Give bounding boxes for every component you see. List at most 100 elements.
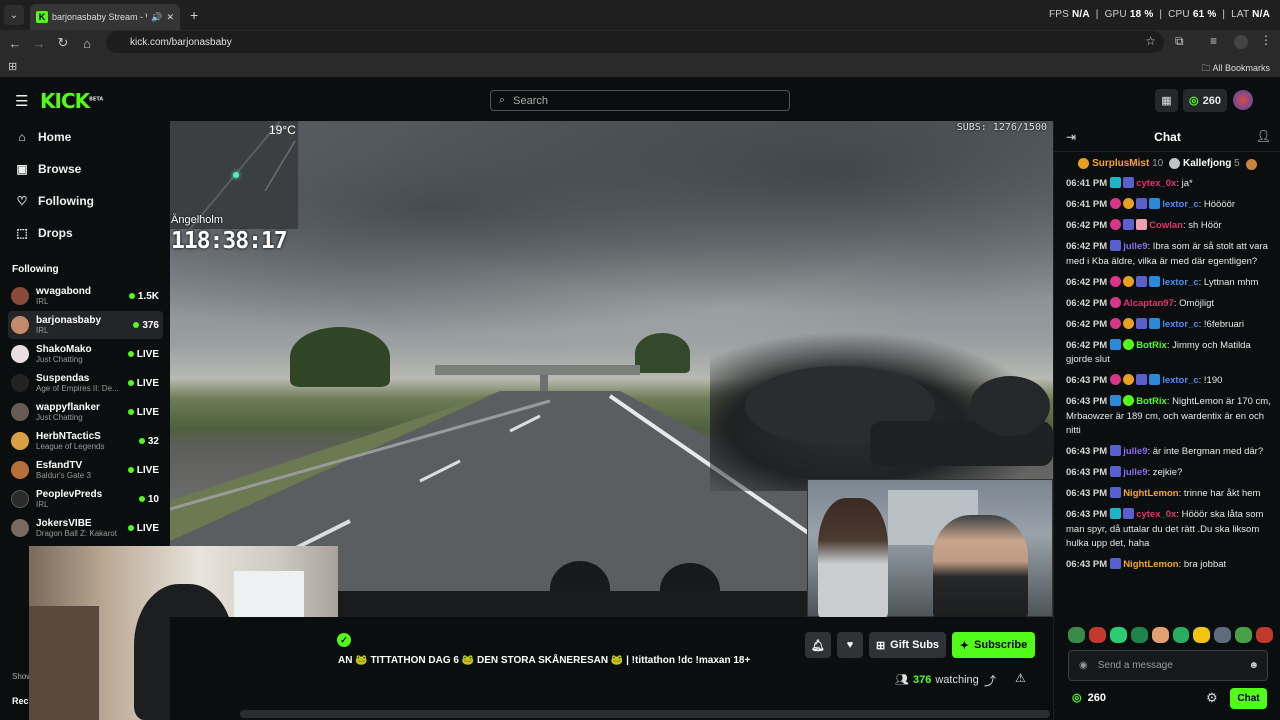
- message-user[interactable]: lextor_c: [1162, 319, 1198, 330]
- speaker-icon: 🔊: [151, 11, 163, 22]
- verified-badge-icon: [1110, 395, 1122, 407]
- following-item[interactable]: HerbNTacticS League of Legends 32: [8, 427, 163, 455]
- following-item[interactable]: EsfandTV Baldur's Gate 3 LIVE: [8, 456, 163, 484]
- following-item[interactable]: ShakoMako Just Chatting LIVE: [8, 340, 163, 368]
- nav-drops-label: Drops: [38, 226, 73, 240]
- nav-home[interactable]: ⌂ Home: [16, 130, 71, 144]
- url-field[interactable]: kick.com/barjonasbaby ☆: [106, 31, 1164, 53]
- subscribe-button[interactable]: ✦ Subscribe: [952, 632, 1035, 658]
- viewer-count: LIVE: [127, 377, 159, 389]
- viewer-count-value: LIVE: [136, 377, 159, 389]
- tab-search-chevron-icon[interactable]: ⌄: [4, 5, 24, 25]
- emote-icon[interactable]: [1256, 627, 1274, 643]
- message-user[interactable]: lextor_c: [1162, 199, 1198, 210]
- trees: [290, 327, 390, 387]
- reload-icon[interactable]: ↻: [52, 32, 74, 54]
- chat-message: 06:43 PM julle9: zejkie?: [1066, 466, 1183, 479]
- emote-icon[interactable]: [1193, 627, 1211, 643]
- message-user[interactable]: julle9: [1123, 446, 1147, 457]
- phone-mount-shape: [745, 366, 1053, 466]
- emote-icon[interactable]: [1109, 627, 1127, 643]
- tab-title: barjonasbaby Stream - Wat: [52, 12, 147, 22]
- gifter[interactable]: SurplusMist 10: [1078, 158, 1163, 170]
- tab-close-icon[interactable]: ✕: [166, 12, 174, 23]
- follow-heart-button[interactable]: ♥: [837, 632, 863, 658]
- apps-grid-icon[interactable]: ⊞: [8, 60, 17, 73]
- channel-category: Age of Empires II: De...: [36, 384, 119, 393]
- message-user[interactable]: cytex_0x: [1136, 509, 1176, 520]
- forward-arrow-icon[interactable]: →: [28, 32, 50, 54]
- following-item[interactable]: Suspendas Age of Empires II: De... LIVE: [8, 369, 163, 397]
- message-user[interactable]: julle9: [1123, 467, 1147, 478]
- profile-avatar[interactable]: [1234, 35, 1248, 49]
- message-user[interactable]: NightLemon: [1123, 488, 1178, 499]
- emote-icon[interactable]: [1172, 627, 1190, 643]
- following-item[interactable]: wappyflanker Just Chatting LIVE: [8, 398, 163, 426]
- gem-badge-icon: [1110, 466, 1122, 478]
- viewer-count-value: 32: [147, 435, 159, 447]
- extensions-icon[interactable]: ⧉: [1175, 34, 1184, 49]
- emote-icon[interactable]: [1214, 627, 1232, 643]
- message-user[interactable]: NightLemon: [1123, 559, 1178, 570]
- gem-badge-icon: [1123, 177, 1135, 188]
- browser-menu-icon[interactable]: ⋮: [1260, 33, 1272, 47]
- viewer-count: LIVE: [127, 465, 159, 476]
- notification-bell-button[interactable]: 🔔︎: [805, 632, 831, 658]
- following-item[interactable]: PeoplevPreds IRL 10: [8, 485, 163, 513]
- chat-header: ⇥ Chat 👤︎: [1054, 121, 1280, 152]
- share-icon[interactable]: ⤴: [984, 672, 996, 689]
- message-user[interactable]: Alcaptan97: [1123, 298, 1174, 309]
- message-time: 06:42 PM: [1066, 297, 1108, 309]
- hamburger-menu-icon[interactable]: ☰: [15, 92, 28, 110]
- browser-tab[interactable]: K barjonasbaby Stream - Wat 🔊 ✕: [30, 4, 180, 30]
- message-time: 06:42 PM: [1066, 318, 1108, 330]
- kick-coins-button[interactable]: ◎ 260: [1183, 89, 1227, 112]
- home-button-icon[interactable]: ⌂: [76, 32, 98, 54]
- bookmark-star-icon[interactable]: ☆: [1145, 34, 1156, 48]
- gift-subs-button[interactable]: ⊞ Gift Subs: [869, 632, 946, 658]
- page-scrollbar[interactable]: [240, 710, 1050, 718]
- message-user[interactable]: Cowlan: [1149, 220, 1183, 231]
- nav-following[interactable]: ♡ Following: [16, 194, 94, 208]
- user-avatar[interactable]: [1233, 90, 1253, 110]
- send-chat-button[interactable]: Chat: [1230, 688, 1267, 709]
- gifter[interactable]: Kallefjong 5: [1169, 158, 1240, 170]
- viewer-count: 32: [138, 435, 159, 447]
- chat-message: 06:43 PM NightLemon: bra jobbat: [1066, 558, 1227, 571]
- emoji-picker-icon[interactable]: ☻: [1248, 660, 1259, 671]
- message-user[interactable]: BotRix: [1136, 396, 1167, 407]
- message-user[interactable]: lextor_c: [1162, 375, 1198, 386]
- chat-message-input[interactable]: ◉ Send a message ☻: [1068, 650, 1268, 681]
- following-item[interactable]: JokersVIBE Dragon Ball Z: Kakarot LIVE: [8, 514, 163, 542]
- chat-title: Chat: [1154, 130, 1181, 144]
- video-player[interactable]: 19°C Ängelholm 118:38:17 SUBS: 1276/1500: [170, 121, 1053, 617]
- gifter-medal-icon: [1169, 158, 1181, 170]
- gem-badge-icon: [1136, 198, 1148, 210]
- emote-icon[interactable]: [1068, 627, 1085, 643]
- bookmarks-bar: ⊞ 🗀 All Bookmarks: [0, 56, 1280, 78]
- emote-icon[interactable]: [1151, 627, 1169, 643]
- media-control-icon[interactable]: ≡: [1210, 34, 1217, 48]
- chat-users-icon[interactable]: 👤︎: [1256, 129, 1271, 143]
- message-user[interactable]: lextor_c: [1162, 277, 1198, 288]
- message-user[interactable]: cytex_0x: [1136, 178, 1176, 189]
- emote-icon[interactable]: [1088, 627, 1106, 643]
- message-user[interactable]: julle9: [1123, 241, 1147, 252]
- cpu-value: 61 %: [1192, 9, 1217, 20]
- emote-icon[interactable]: [1235, 627, 1253, 643]
- message-user[interactable]: BotRix: [1136, 340, 1167, 351]
- all-bookmarks[interactable]: 🗀 All Bookmarks: [1201, 61, 1270, 77]
- new-tab-plus-icon[interactable]: +: [190, 7, 198, 23]
- back-arrow-icon[interactable]: ←: [4, 32, 26, 54]
- report-warning-icon[interactable]: ⚠: [1015, 671, 1026, 685]
- emote-icon[interactable]: [1130, 627, 1148, 643]
- chat-settings-gear-icon[interactable]: ⚙: [1206, 690, 1218, 706]
- search-input[interactable]: ⌕ Search: [490, 90, 790, 111]
- following-item[interactable]: barjonasbaby IRL 376: [8, 311, 163, 339]
- kick-logo[interactable]: KICKBETA: [40, 89, 103, 113]
- following-item[interactable]: wvagabond IRL 1.5K: [8, 282, 163, 310]
- city-label: Ängelholm: [171, 214, 223, 226]
- nav-browse[interactable]: ▣ Browse: [16, 162, 81, 176]
- dashboard-button[interactable]: ▦: [1155, 89, 1178, 112]
- nav-drops[interactable]: ⬚ Drops: [16, 226, 73, 240]
